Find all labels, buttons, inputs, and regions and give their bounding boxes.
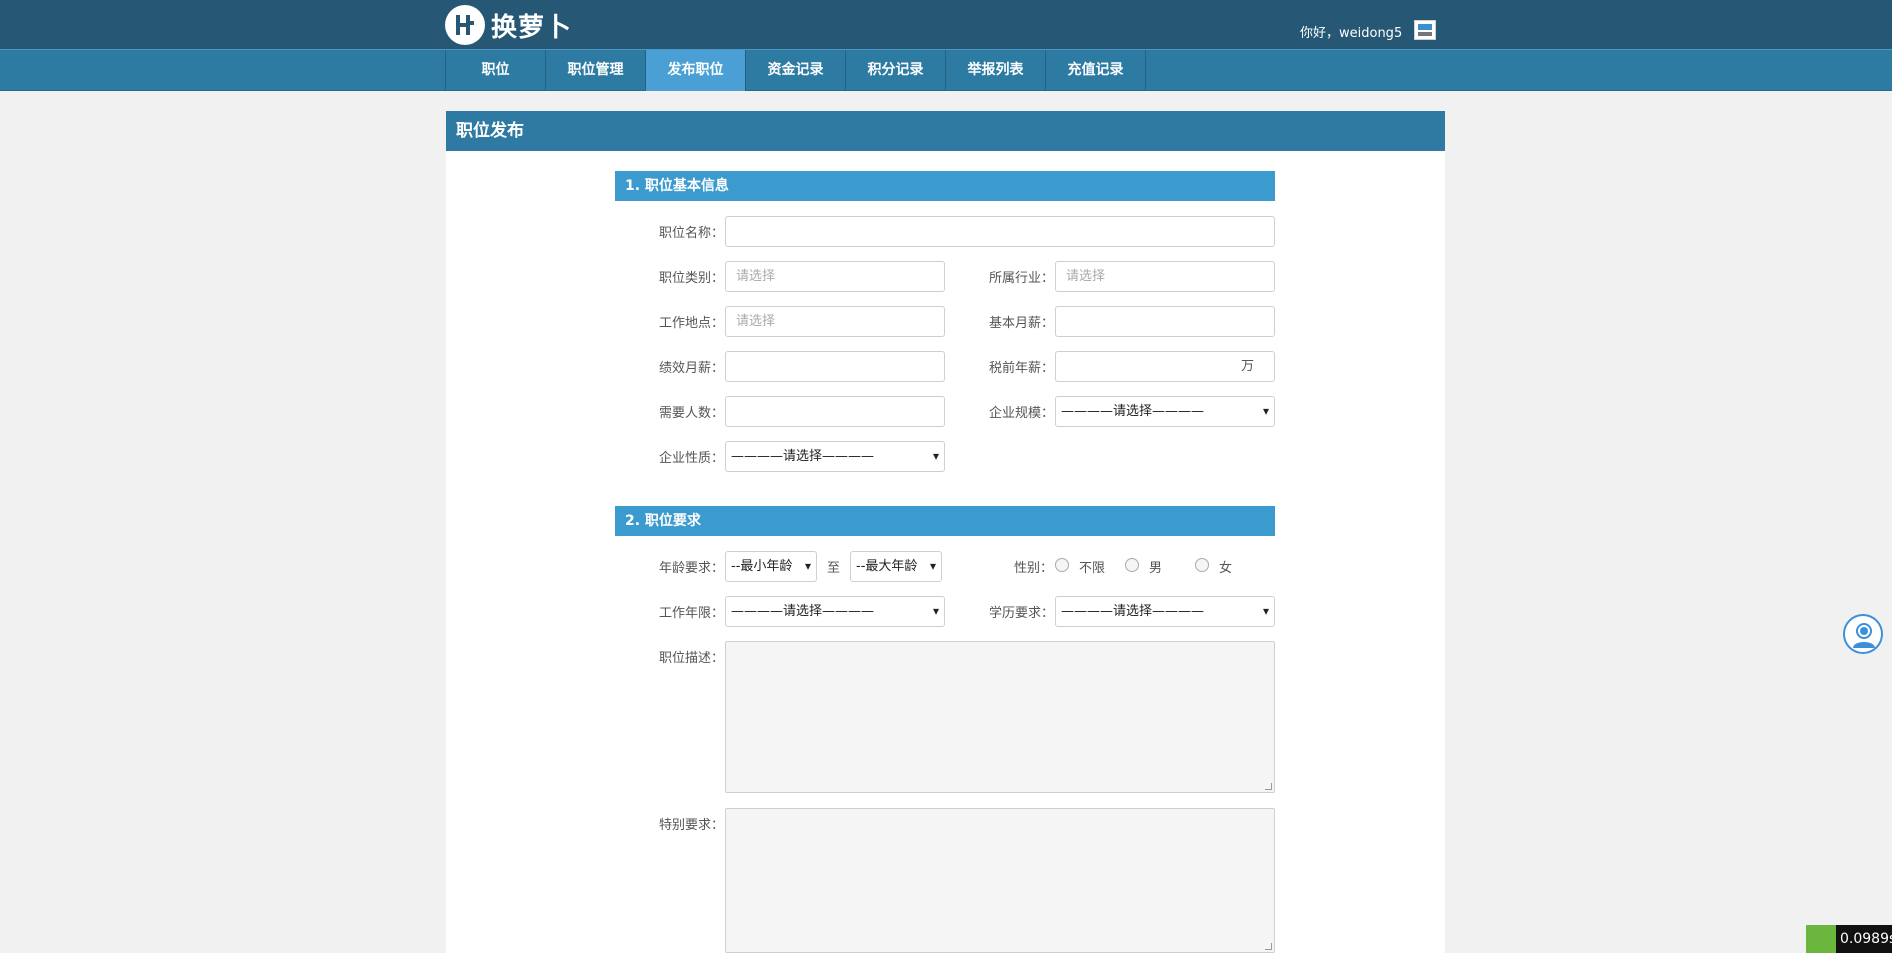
age-label: 年龄要求： (659, 561, 725, 576)
perf-timer: 0.0989s (1806, 925, 1892, 953)
special-requirements-textarea[interactable] (725, 808, 1275, 953)
gender-male-radio[interactable] (1125, 558, 1139, 572)
education-label: 学历要求： (989, 606, 1055, 621)
company-size-label: 企业规模： (989, 406, 1055, 421)
gender-label: 性别： (1014, 561, 1054, 576)
gender-any-label: 不限 (1079, 561, 1106, 576)
job-category-picker[interactable]: 请选择 (725, 261, 945, 292)
perf-salary-label: 绩效月薪： (659, 361, 725, 376)
education-select[interactable]: ————请选择———— (1055, 596, 1275, 627)
annual-salary-unit: 万 (1240, 359, 1254, 374)
perf-time-value: 0.0989s (1836, 925, 1892, 953)
panel-title: 职位发布 (446, 111, 1445, 151)
company-type-label: 企业性质： (659, 451, 725, 466)
location-label: 工作地点： (659, 316, 725, 331)
user-avatar[interactable] (1414, 20, 1436, 40)
section-basic-info-title: 1. 职位基本信息 (615, 171, 1275, 201)
location-picker[interactable]: 请选择 (725, 306, 945, 337)
industry-label: 所属行业： (989, 271, 1055, 286)
logo-text: 换萝卜 (491, 12, 573, 43)
job-name-input[interactable] (725, 216, 1275, 247)
base-salary-label: 基本月薪： (989, 316, 1055, 331)
job-name-label: 职位名称： (659, 226, 725, 241)
post-job-panel: 职位发布 1. 职位基本信息 职位名称： 职位类别： 请选择 所属行业： 请选择… (446, 111, 1445, 953)
special-requirements-label: 特别要求： (659, 818, 725, 833)
user-greeting: 你好，weidong5 (1300, 26, 1403, 41)
nav-item-post-job[interactable]: 发布职位 (646, 50, 746, 91)
headcount-input[interactable] (725, 396, 945, 427)
industry-picker[interactable]: 请选择 (1055, 261, 1275, 292)
nav-item-points-records[interactable]: 积分记录 (846, 50, 946, 91)
main-navbar: 职位 职位管理 发布职位 资金记录 积分记录 举报列表 充值记录 (0, 49, 1892, 91)
site-logo[interactable]: 换萝卜 (445, 5, 572, 45)
gender-female-radio[interactable] (1195, 558, 1209, 572)
age-to-label: 至 (827, 561, 841, 576)
base-salary-input[interactable] (1055, 306, 1275, 337)
company-type-select[interactable]: ————请选择———— (725, 441, 945, 472)
experience-select[interactable]: ————请选择———— (725, 596, 945, 627)
nav-item-recharge-records[interactable]: 充值记录 (1046, 50, 1146, 91)
logo-icon (445, 5, 485, 45)
headcount-label: 需要人数： (659, 406, 725, 421)
perf-salary-input[interactable] (725, 351, 945, 382)
nav-item-jobs[interactable]: 职位 (446, 50, 546, 91)
debug-logo-icon (1806, 925, 1836, 953)
company-size-select[interactable]: ————请选择———— (1055, 396, 1275, 427)
job-category-label: 职位类别： (659, 271, 725, 286)
nav-item-fund-records[interactable]: 资金记录 (746, 50, 846, 91)
gender-any-radio[interactable] (1055, 558, 1069, 572)
annual-salary-label: 税前年薪： (989, 361, 1055, 376)
age-min-select[interactable]: --最小年龄 (725, 551, 817, 582)
experience-label: 工作年限： (659, 606, 725, 621)
annual-salary-input[interactable]: 万 (1055, 351, 1275, 382)
nav-menu: 职位 职位管理 发布职位 资金记录 积分记录 举报列表 充值记录 (445, 50, 1146, 91)
nav-item-report-list[interactable]: 举报列表 (946, 50, 1046, 91)
gender-male-label: 男 (1149, 561, 1163, 576)
description-label: 职位描述： (659, 651, 725, 666)
section-requirements-title: 2. 职位要求 (615, 506, 1275, 536)
nav-item-job-management[interactable]: 职位管理 (546, 50, 646, 91)
gender-female-label: 女 (1219, 561, 1233, 576)
age-max-select[interactable]: --最大年龄 (850, 551, 942, 582)
customer-service-icon[interactable] (1843, 614, 1883, 654)
top-header: 换萝卜 你好，weidong5 (0, 0, 1892, 49)
description-textarea[interactable] (725, 641, 1275, 793)
